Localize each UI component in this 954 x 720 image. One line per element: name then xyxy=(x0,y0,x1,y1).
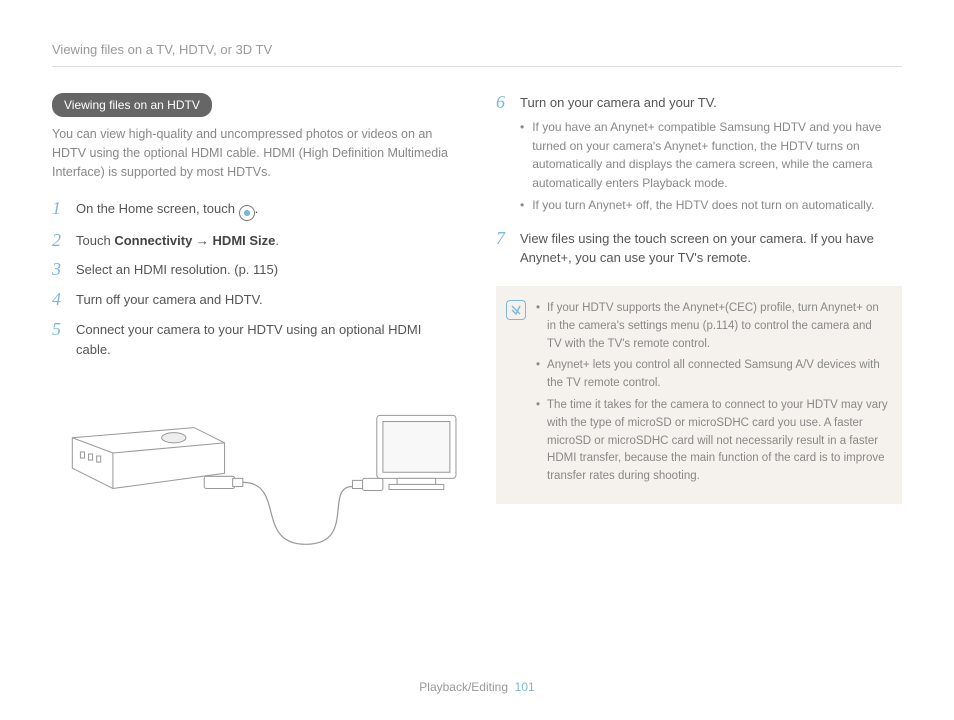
step-2-text-a: Touch xyxy=(76,233,114,248)
step-1-text-a: On the Home screen, touch xyxy=(76,201,239,216)
step-3: 3 Select an HDMI resolution. (p. 115) xyxy=(52,260,458,280)
step-2-bold: Connectivity → HDMI Size xyxy=(114,233,275,248)
page-header: Viewing files on a TV, HDTV, or 3D TV xyxy=(52,40,902,67)
page-footer: Playback/Editing 101 xyxy=(0,678,954,696)
step-number: 1 xyxy=(52,199,66,221)
step-7: 7 View files using the touch screen on y… xyxy=(496,229,902,268)
steps-list-left: 1 On the Home screen, touch . 2 Touch Co… xyxy=(52,199,458,359)
step-number: 2 xyxy=(52,231,66,251)
step-text: On the Home screen, touch . xyxy=(76,199,458,221)
step-6-substeps: • If you have an Anynet+ compatible Sams… xyxy=(520,118,902,215)
step-5: 5 Connect your camera to your HDTV using… xyxy=(52,320,458,359)
step-text: Turn on your camera and your TV. • If yo… xyxy=(520,93,902,219)
step-number: 5 xyxy=(52,320,66,359)
note-list: • If your HDTV supports the Anynet+(CEC)… xyxy=(536,300,888,490)
substep: • If you have an Anynet+ compatible Sams… xyxy=(520,118,902,192)
step-text: Touch Connectivity → HDMI Size. xyxy=(76,231,458,251)
bullet-icon: • xyxy=(520,118,524,192)
step-text: Select an HDMI resolution. (p. 115) xyxy=(76,260,458,280)
page-number: 101 xyxy=(515,680,535,694)
bullet-icon: • xyxy=(536,357,540,393)
note-text: If your HDTV supports the Anynet+(CEC) p… xyxy=(547,300,888,353)
substep-text: If you turn Anynet+ off, the HDTV does n… xyxy=(532,196,874,215)
right-column: 6 Turn on your camera and your TV. • If … xyxy=(496,93,902,566)
note-item: • If your HDTV supports the Anynet+(CEC)… xyxy=(536,300,888,353)
note-box: • If your HDTV supports the Anynet+(CEC)… xyxy=(496,286,902,504)
content-columns: Viewing files on an HDTV You can view hi… xyxy=(52,93,902,566)
step-2-text-b: . xyxy=(275,233,279,248)
step-1: 1 On the Home screen, touch . xyxy=(52,199,458,221)
step-2: 2 Touch Connectivity → HDMI Size. xyxy=(52,231,458,251)
note-icon xyxy=(506,300,526,320)
step-6: 6 Turn on your camera and your TV. • If … xyxy=(496,93,902,219)
step-text: Connect your camera to your HDTV using a… xyxy=(76,320,458,359)
step-1-text-b: . xyxy=(255,201,259,216)
step-text: Turn off your camera and HDTV. xyxy=(76,290,458,310)
step-number: 3 xyxy=(52,260,66,280)
note-item: • Anynet+ lets you control all connected… xyxy=(536,357,888,393)
bullet-icon: • xyxy=(536,300,540,353)
step-number: 6 xyxy=(496,93,510,219)
step-number: 4 xyxy=(52,290,66,310)
left-column: Viewing files on an HDTV You can view hi… xyxy=(52,93,458,566)
note-text: Anynet+ lets you control all connected S… xyxy=(547,357,888,393)
intro-text: You can view high-quality and uncompress… xyxy=(52,125,458,183)
footer-section: Playback/Editing xyxy=(419,680,508,694)
camera-hdmi-tv-illustration xyxy=(52,387,458,560)
home-icon xyxy=(239,205,255,221)
bullet-icon: • xyxy=(536,397,540,486)
section-pill: Viewing files on an HDTV xyxy=(52,93,212,117)
step-text: View files using the touch screen on you… xyxy=(520,229,902,268)
note-item: • The time it takes for the camera to co… xyxy=(536,397,888,486)
step-4: 4 Turn off your camera and HDTV. xyxy=(52,290,458,310)
step-6-text: Turn on your camera and your TV. xyxy=(520,95,717,110)
step-number: 7 xyxy=(496,229,510,268)
bullet-icon: • xyxy=(520,196,524,215)
substep: • If you turn Anynet+ off, the HDTV does… xyxy=(520,196,902,215)
substep-text: If you have an Anynet+ compatible Samsun… xyxy=(532,118,902,192)
steps-list-right: 6 Turn on your camera and your TV. • If … xyxy=(496,93,902,268)
note-text: The time it takes for the camera to conn… xyxy=(547,397,888,486)
